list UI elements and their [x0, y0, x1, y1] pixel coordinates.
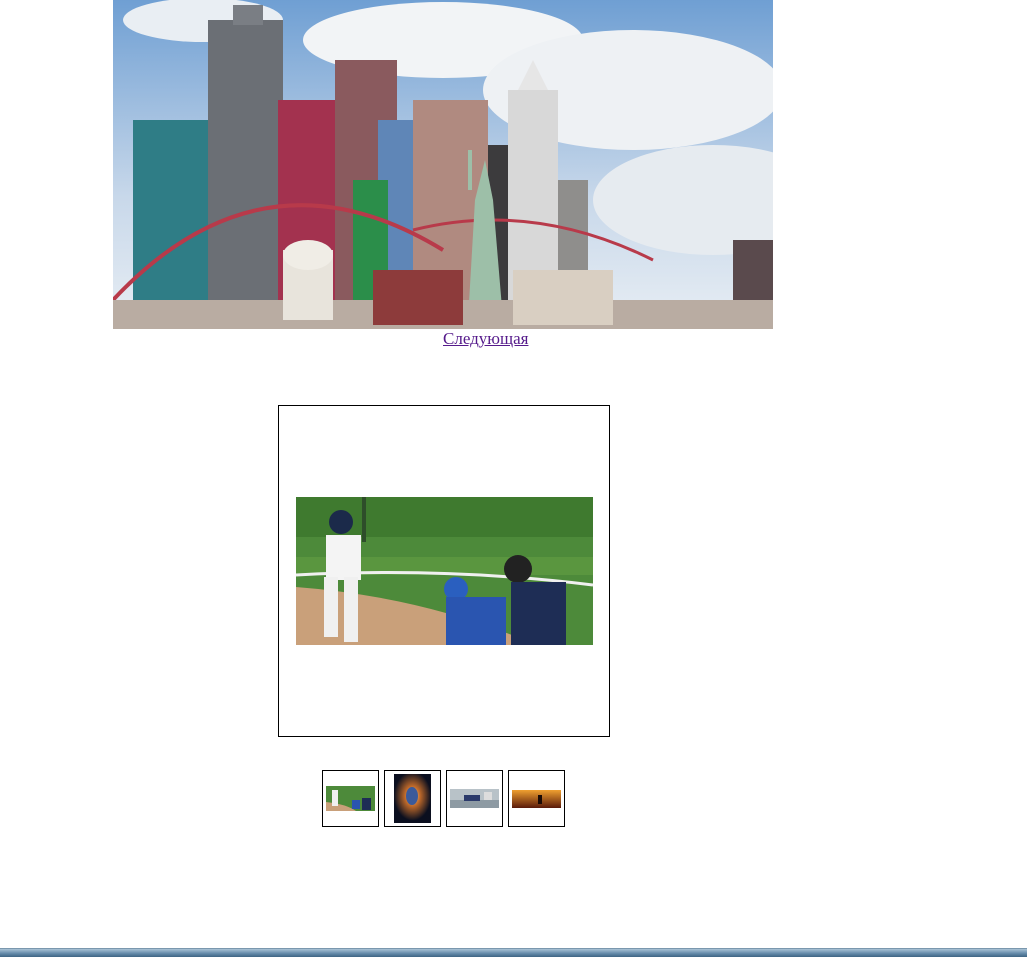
baseball-slide-thumb[interactable] — [446, 770, 503, 827]
image-viewer — [278, 405, 610, 737]
city-skyline-photo — [113, 0, 773, 329]
thumbnail-strip — [322, 770, 565, 827]
sunset-player-thumb[interactable] — [508, 770, 565, 827]
baseball-batter-thumb[interactable] — [322, 770, 379, 827]
baseball-batter-photo — [296, 497, 593, 645]
glowing-figure-thumb[interactable] — [384, 770, 441, 827]
next-link[interactable]: Следующая — [443, 329, 528, 349]
